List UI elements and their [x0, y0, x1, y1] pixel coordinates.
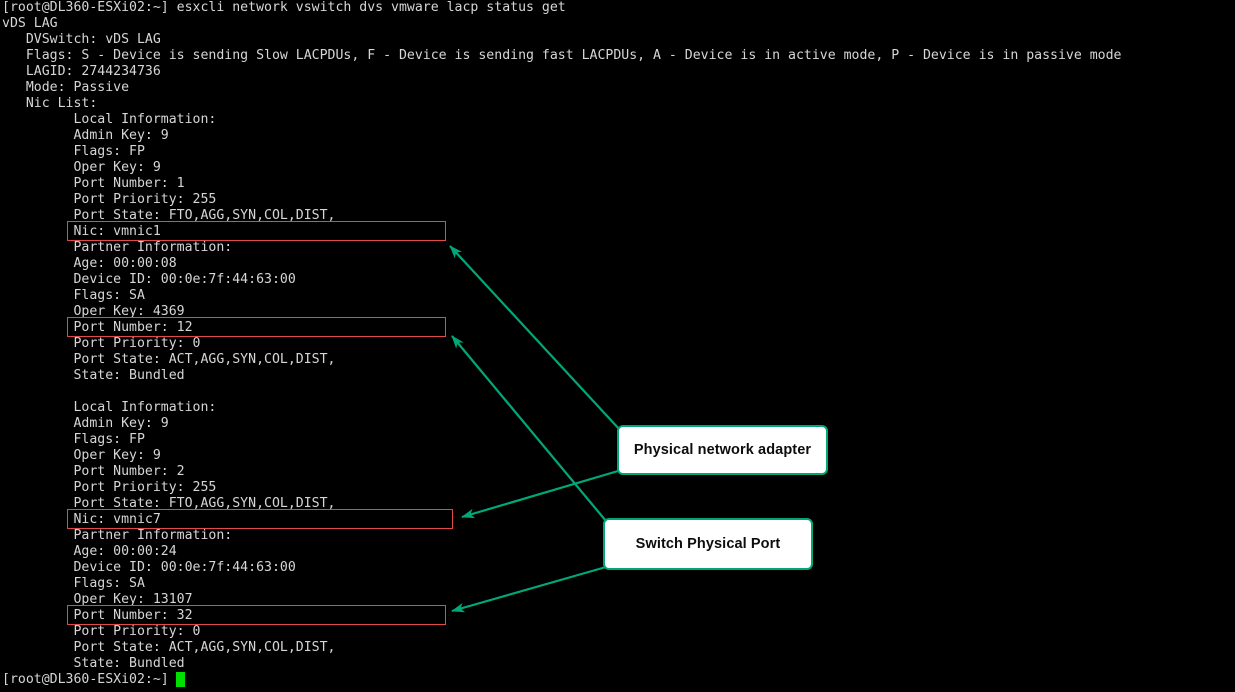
terminal-line-admin-key-1: Admin Key: 9	[2, 128, 169, 143]
terminal-line-vds-lag: vDS LAG	[2, 16, 58, 31]
terminal-cursor	[176, 672, 185, 687]
callout-physical-network-adapter-label: Physical network adapter	[633, 442, 812, 458]
partner-port-number-32-highlight	[67, 605, 446, 625]
terminal-line-partner-info-1: Partner Information:	[2, 240, 233, 255]
terminal-line-port-priority-2: Port Priority: 255	[2, 480, 217, 495]
terminal-line-age-2: Age: 00:00:24	[2, 544, 177, 559]
terminal-line-state-bundled-2: State: Bundled	[2, 656, 185, 671]
terminal-line-port-priority-1: Port Priority: 255	[2, 192, 217, 207]
terminal-line-partner-portpri-2: Port Priority: 0	[2, 624, 201, 639]
partner-port-number-12-highlight	[67, 317, 446, 337]
callout-switch-physical-port[interactable]: Switch Physical Port	[603, 518, 813, 570]
terminal-output[interactable]: [root@DL360-ESXi02:~] esxcli network vsw…	[0, 0, 1235, 692]
callout-physical-network-adapter[interactable]: Physical network adapter	[617, 425, 828, 475]
terminal-line-flags-1: Flags: FP	[2, 144, 145, 159]
terminal-line-partner-state-2: Port State: ACT,AGG,SYN,COL,DIST,	[2, 640, 336, 655]
terminal-line-flags-2: Flags: FP	[2, 432, 145, 447]
terminal-line-local-info-1: Local Information:	[2, 112, 217, 127]
terminal-line-device-id-1: Device ID: 00:0e:7f:44:63:00	[2, 272, 296, 287]
terminal-line-age-1: Age: 00:00:08	[2, 256, 177, 271]
terminal-line-oper-key-1: Oper Key: 9	[2, 160, 161, 175]
terminal-line-flags-legend: Flags: S - Device is sending Slow LACPDU…	[2, 48, 1122, 63]
callout-switch-physical-port-label: Switch Physical Port	[635, 536, 781, 552]
terminal-line-local-info-2: Local Information:	[2, 400, 217, 415]
terminal-line-oper-key-2: Oper Key: 9	[2, 448, 161, 463]
terminal-line-partner-portpri-1: Port Priority: 0	[2, 336, 201, 351]
terminal-line-port-number-1: Port Number: 1	[2, 176, 185, 191]
terminal-line-command: [root@DL360-ESXi02:~] esxcli network vsw…	[2, 0, 566, 15]
terminal-prompt: [root@DL360-ESXi02:~]	[2, 672, 169, 687]
terminal-screenshot: [root@DL360-ESXi02:~] esxcli network vsw…	[0, 0, 1235, 692]
terminal-line-device-id-2: Device ID: 00:0e:7f:44:63:00	[2, 560, 296, 575]
terminal-line-admin-key-2: Admin Key: 9	[2, 416, 169, 431]
terminal-line-port-number-2: Port Number: 2	[2, 464, 185, 479]
terminal-line-partner-info-2: Partner Information:	[2, 528, 233, 543]
terminal-line-partner-state-1: Port State: ACT,AGG,SYN,COL,DIST,	[2, 352, 336, 367]
terminal-line-nic-list: Nic List:	[2, 96, 98, 111]
terminal-line-partner-flags-2: Flags: SA	[2, 576, 145, 591]
terminal-line-partner-flags-1: Flags: SA	[2, 288, 145, 303]
terminal-line-mode: Mode: Passive	[2, 80, 130, 95]
terminal-line-lagid: LAGID: 2744234736	[2, 64, 161, 79]
nic-vmnic7-highlight	[67, 509, 453, 529]
terminal-line-dvswitch: DVSwitch: vDS LAG	[2, 32, 161, 47]
nic-vmnic1-highlight	[67, 221, 446, 241]
terminal-line-state-bundled-1: State: Bundled	[2, 368, 185, 383]
